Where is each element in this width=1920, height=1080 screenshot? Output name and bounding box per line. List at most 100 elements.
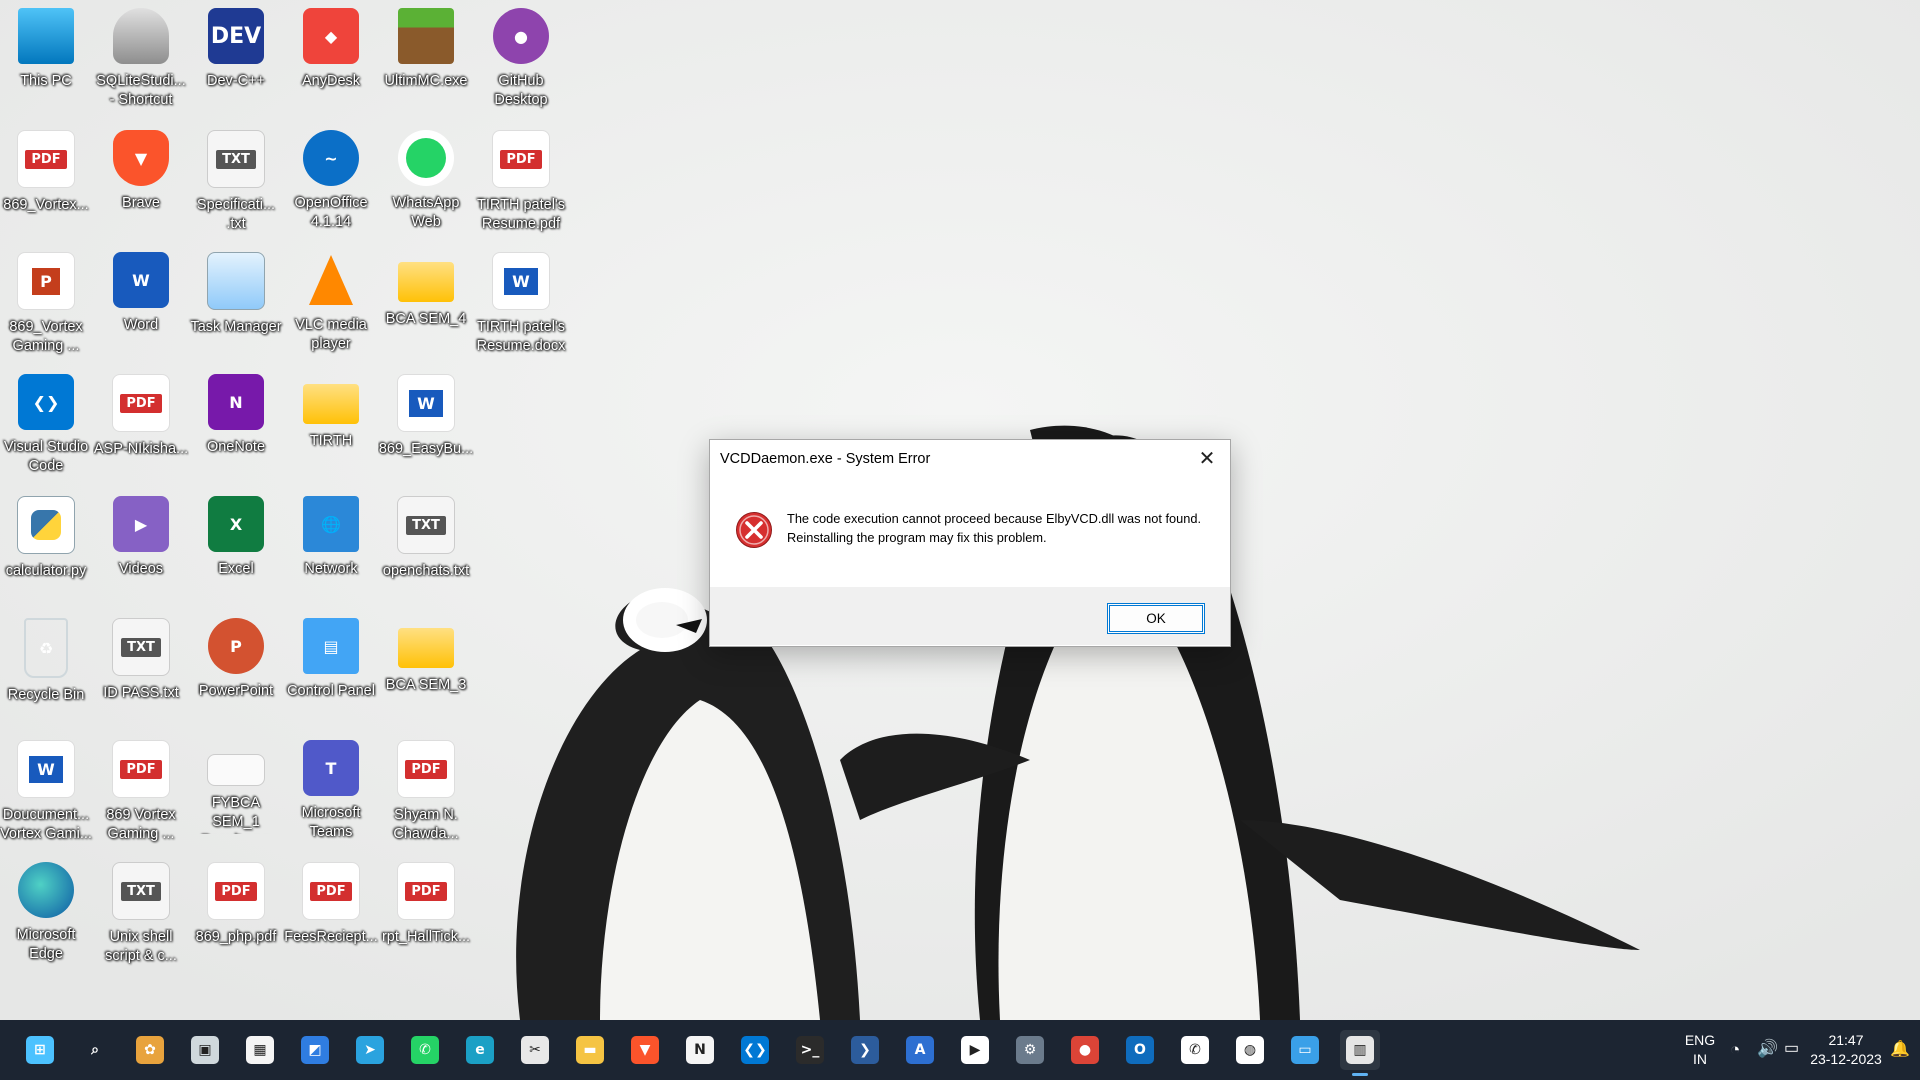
photos-icon: ◩ bbox=[301, 1036, 329, 1064]
desktop-icon[interactable]: W Doucument... Vortex Gami... bbox=[0, 734, 92, 852]
desktop-icon[interactable]: FYBCA SEM_1 Result.png bbox=[190, 734, 282, 852]
desktop-icon[interactable]: TIRTH bbox=[285, 368, 377, 486]
desktop-icon[interactable]: ▼ Brave bbox=[95, 124, 187, 242]
desktop-icon[interactable]: SQLiteStudi... - Shortcut bbox=[95, 2, 187, 120]
desktop-icon-label: PowerPoint bbox=[198, 683, 274, 699]
taskbar-outlook[interactable]: O bbox=[1120, 1030, 1160, 1070]
desktop-icon[interactable]: ▶ Videos bbox=[95, 490, 187, 608]
taskbar-terminal[interactable]: >_ bbox=[790, 1030, 830, 1070]
taskbar-notion[interactable]: N bbox=[680, 1030, 720, 1070]
volume-icon[interactable]: 🔊 bbox=[1757, 1039, 1778, 1058]
desktop-icon[interactable]: PDF 869_php.pdf bbox=[190, 856, 282, 974]
desktop-icon[interactable]: PDF Shyam N. Chawda... bbox=[380, 734, 472, 852]
desktop-icon[interactable]: W 869_EasyBu... bbox=[379, 368, 473, 486]
taskbar-app-a[interactable]: A bbox=[900, 1030, 940, 1070]
desktop-icon[interactable]: WhatsApp Web bbox=[380, 124, 472, 242]
python-file-icon bbox=[17, 496, 75, 554]
taskbar-store[interactable]: ▦ bbox=[240, 1030, 280, 1070]
taskbar-play[interactable]: ▶ bbox=[955, 1030, 995, 1070]
taskbar-telegram[interactable]: ➤ bbox=[350, 1030, 390, 1070]
desktop-icon[interactable]: W Word bbox=[95, 246, 187, 364]
desktop-icon[interactable]: TXT Specificati... .txt bbox=[190, 124, 282, 242]
desktop-icon[interactable]: calculator.py bbox=[0, 490, 92, 608]
file-type-tag: TXT bbox=[216, 149, 256, 169]
taskbar-settings[interactable]: ⚙ bbox=[1010, 1030, 1050, 1070]
taskbar-whatsapp[interactable]: ✆ bbox=[405, 1030, 445, 1070]
desktop-icon[interactable]: T Microsoft Teams bbox=[285, 734, 377, 852]
language-indicator[interactable]: ENG IN bbox=[1680, 1031, 1720, 1069]
taskbar-chrome[interactable]: ● bbox=[1065, 1030, 1105, 1070]
desktop-icon[interactable]: TXT ID PASS.txt bbox=[95, 612, 187, 730]
store-icon: ▦ bbox=[246, 1036, 274, 1064]
desktop-icon[interactable]: ❮❯ Visual Studio Code bbox=[0, 368, 92, 486]
teams-icon: T bbox=[303, 740, 359, 796]
task-manager-icon bbox=[207, 252, 265, 310]
desktop-icon[interactable]: TXT openchats.txt bbox=[380, 490, 472, 608]
notification-bell-icon[interactable]: 🔔 bbox=[1890, 1040, 1910, 1059]
taskbar-whatsapp-2[interactable]: ✆ bbox=[1175, 1030, 1215, 1070]
desktop-icon[interactable]: PDF rpt_HallTick... bbox=[380, 856, 472, 974]
desktop-icon[interactable]: X Excel bbox=[190, 490, 282, 608]
desktop-icon[interactable]: BCA SEM_4 bbox=[380, 246, 472, 364]
taskbar-remote[interactable]: ▭ bbox=[1285, 1030, 1325, 1070]
desktop-icon[interactable]: BCA SEM_3 bbox=[380, 612, 472, 730]
desktop-icon[interactable]: P PowerPoint bbox=[190, 612, 282, 730]
desktop-icon[interactable]: DEV Dev-C++ bbox=[190, 2, 282, 120]
outlook-icon: O bbox=[1126, 1036, 1154, 1064]
taskbar-edge[interactable]: e bbox=[460, 1030, 500, 1070]
taskbar-powershell[interactable]: ❯ bbox=[845, 1030, 885, 1070]
desktop-icon-label: 869_Vortex Gaming ... bbox=[9, 319, 83, 354]
desktop-icon[interactable]: VLC media player bbox=[285, 246, 377, 364]
anydesk-icon: ◆ bbox=[303, 8, 359, 64]
search-button[interactable]: ⌕ bbox=[75, 1030, 115, 1070]
desktop-icon[interactable]: PDF 869_Vortex... bbox=[0, 124, 92, 242]
desktop-icon[interactable]: ~ OpenOffice 4.1.14 bbox=[285, 124, 377, 242]
desktop-icon-label: Dev-C++ bbox=[206, 73, 266, 89]
notion-icon: N bbox=[686, 1036, 714, 1064]
file-type-tag: PDF bbox=[25, 149, 67, 169]
ok-button[interactable]: OK bbox=[1107, 603, 1205, 634]
wifi-icon[interactable]: ◔ bbox=[1730, 1040, 1740, 1059]
desktop-icon[interactable]: PDF FeesReciept... bbox=[284, 856, 378, 974]
desktop-icon-label: Microsoft Teams bbox=[301, 805, 361, 840]
pdf-file-icon: PDF bbox=[302, 862, 360, 920]
desktop-icon[interactable]: UltimMC.exe bbox=[380, 2, 472, 120]
desktop-icon[interactable]: N OneNote bbox=[190, 368, 282, 486]
desktop-icon[interactable]: ● GitHub Desktop bbox=[475, 2, 567, 120]
desktop-icon[interactable]: Microsoft Edge bbox=[0, 856, 92, 974]
desktop-icon[interactable]: Task Manager bbox=[190, 246, 282, 364]
taskbar-photos[interactable]: ◩ bbox=[295, 1030, 335, 1070]
taskbar-explorer[interactable]: ▬ bbox=[570, 1030, 610, 1070]
dev-cpp-icon: DEV bbox=[208, 8, 264, 64]
taskbar-globe[interactable]: ◍ bbox=[1230, 1030, 1270, 1070]
clock-date: 23-12-2023 bbox=[1810, 1051, 1882, 1067]
dialog-titlebar[interactable]: VCDDaemon.exe - System Error ✕ bbox=[710, 440, 1230, 477]
taskbar-vcd-app[interactable]: ▥ bbox=[1340, 1030, 1380, 1076]
desktop-icon[interactable]: TXT Unix shell script & c... bbox=[95, 856, 187, 974]
widgets-button[interactable]: ✿ bbox=[130, 1030, 170, 1070]
icon-inner-shape bbox=[406, 138, 446, 178]
taskbar-snipping[interactable]: ✂ bbox=[515, 1030, 555, 1070]
desktop-icon-label: UltimMC.exe bbox=[384, 73, 468, 89]
desktop-icon[interactable]: 🌐 Network bbox=[285, 490, 377, 608]
desktop-icon[interactable]: P 869_Vortex Gaming ... bbox=[0, 246, 92, 364]
task-view-button[interactable]: ▣ bbox=[185, 1030, 225, 1070]
running-indicator bbox=[1352, 1073, 1368, 1076]
start-button[interactable]: ⊞ bbox=[20, 1030, 60, 1070]
desktop-icon[interactable]: ◆ AnyDesk bbox=[285, 2, 377, 120]
desktop-icon[interactable]: ♻ Recycle Bin bbox=[0, 612, 92, 730]
desktop-icon[interactable]: PDF ASP-NIkisha... bbox=[94, 368, 188, 486]
desktop-icon[interactable]: W TIRTH patel's Resume.docx bbox=[475, 246, 567, 364]
vscode-icon: ❮❯ bbox=[18, 374, 74, 430]
file-type-tag: PDF bbox=[120, 759, 162, 779]
clock[interactable]: 21:47 23-12-2023 bbox=[1800, 1031, 1892, 1069]
desktop-icon[interactable]: ▤ Control Panel bbox=[285, 612, 377, 730]
file-type-tag: P bbox=[32, 267, 60, 295]
battery-icon[interactable]: ▭ bbox=[1784, 1039, 1799, 1058]
desktop-icon[interactable]: PDF 869 Vortex Gaming ... bbox=[95, 734, 187, 852]
desktop-icon[interactable]: This PC bbox=[0, 2, 92, 120]
desktop-icon[interactable]: PDF TIRTH patel's Resume.pdf bbox=[475, 124, 567, 242]
close-icon[interactable]: ✕ bbox=[1184, 440, 1230, 477]
taskbar-vscode[interactable]: ❮❯ bbox=[735, 1030, 775, 1070]
taskbar-brave[interactable]: ▼ bbox=[625, 1030, 665, 1070]
